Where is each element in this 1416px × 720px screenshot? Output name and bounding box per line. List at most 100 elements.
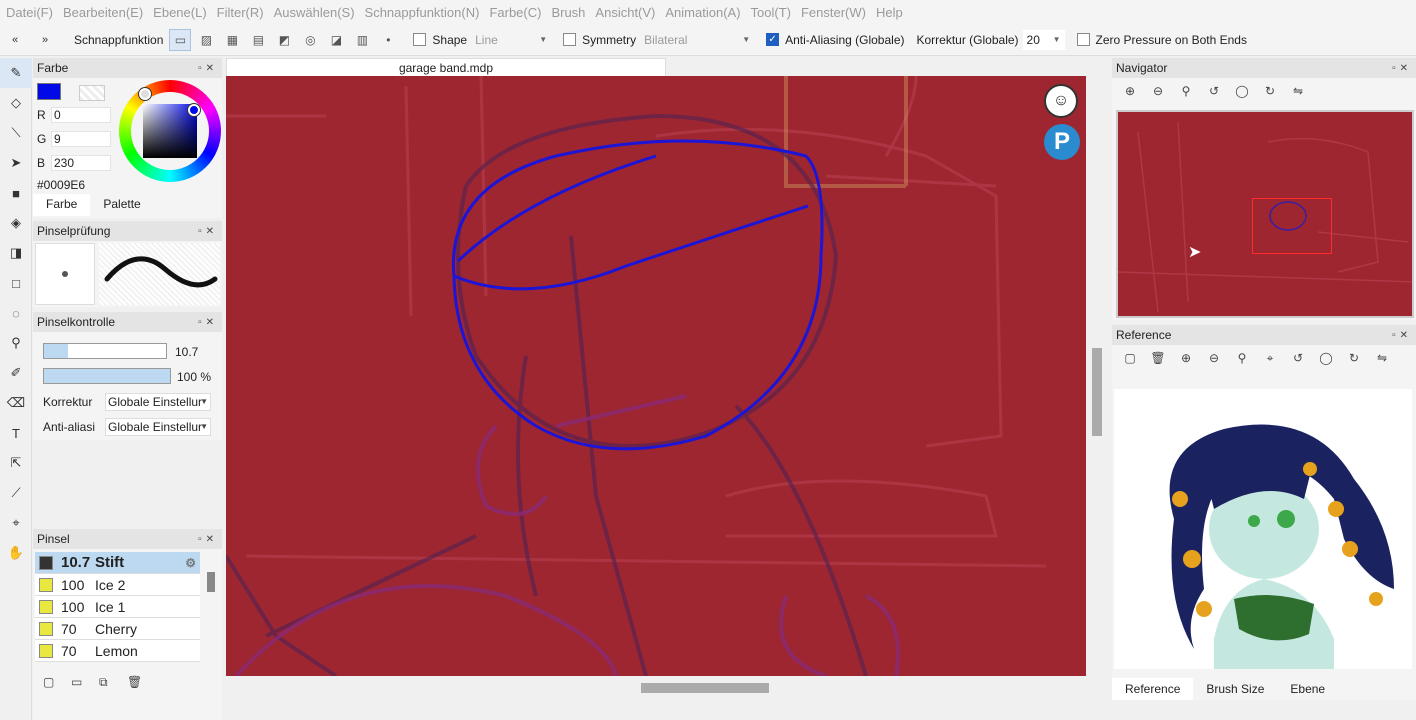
canvas-horizontal-scrollbar[interactable]	[226, 678, 1086, 698]
menu-help[interactable]: Help	[876, 5, 903, 20]
rotate-right-icon[interactable]: ↻	[1340, 351, 1368, 366]
brush-item-lemon[interactable]: 70 Lemon	[35, 640, 200, 662]
korrektur-control-select[interactable]: Globale Einstellur ▼	[105, 393, 211, 411]
menu-ebene[interactable]: Ebene(L)	[153, 5, 206, 20]
blue-field[interactable]: 230	[51, 155, 111, 171]
green-field[interactable]: 9	[51, 131, 111, 147]
zoom-tool-icon[interactable]: ⚲	[0, 328, 32, 358]
navigator-view-rect[interactable]	[1252, 198, 1332, 254]
menu-farbe[interactable]: Farbe(C)	[489, 5, 541, 20]
snap-vanish-icon[interactable]: ◩	[273, 29, 295, 51]
move-tool-icon[interactable]: ➤	[0, 148, 32, 178]
brush-item-ice-1[interactable]: 100 Ice 1	[35, 596, 200, 618]
zoom-in-icon[interactable]: ⊕	[1116, 84, 1144, 98]
menu-datei[interactable]: Datei(F)	[6, 5, 53, 20]
panel-controls-icon[interactable]: ▫✕	[198, 63, 218, 74]
menu-auswaehlen[interactable]: Auswählen(S)	[274, 5, 355, 20]
bucket-tool-icon[interactable]: ◈	[0, 208, 32, 238]
snap-perspective-icon[interactable]: ▤	[247, 29, 269, 51]
canvas-horizontal-scroll-thumb[interactable]	[641, 683, 769, 693]
menu-bearbeiten[interactable]: Bearbeiten(E)	[63, 5, 143, 20]
sv-handle[interactable]	[188, 104, 200, 116]
hue-handle[interactable]	[139, 88, 151, 100]
menu-brush[interactable]: Brush	[551, 5, 585, 20]
zoom-out-icon[interactable]: ⊖	[1144, 84, 1172, 98]
eyedropper-tool-icon[interactable]: ⌖	[0, 508, 32, 538]
line-tool-icon[interactable]: ⟍	[0, 118, 32, 148]
brush-item-ice-2[interactable]: 100 Ice 2	[35, 574, 200, 596]
rotate-left-icon[interactable]: ↺	[1200, 84, 1228, 98]
select-rect-tool-icon[interactable]: □	[0, 268, 32, 298]
antialias-checkbox[interactable]: ✓	[766, 33, 780, 46]
gear-icon[interactable]: ⚙	[185, 556, 196, 570]
antialias-control-select[interactable]: Globale Einstellur ▼	[105, 418, 211, 436]
snap-off-icon[interactable]: ▭	[169, 28, 192, 51]
eyedropper-icon[interactable]: ⌖	[1256, 351, 1284, 366]
menu-animation[interactable]: Animation(A)	[665, 5, 740, 20]
document-tab[interactable]: garage band.mdp	[226, 58, 666, 76]
tab-reference[interactable]: Reference	[1112, 678, 1194, 700]
panel-controls-icon[interactable]: ▫✕	[198, 317, 218, 328]
new-brush-icon[interactable]: ▢	[43, 675, 71, 690]
snap-settings-icon[interactable]: ▥	[351, 29, 373, 51]
canvas-vertical-scrollbar[interactable]	[1090, 76, 1104, 676]
prev-toolbar-icon[interactable]: «	[0, 34, 30, 46]
menu-schnappfunktion[interactable]: Schnappfunktion(N)	[365, 5, 480, 20]
shape-select[interactable]: Line ▼	[471, 30, 551, 50]
secondary-color-swatch[interactable]	[79, 85, 105, 101]
zero-pressure-checkbox[interactable]	[1076, 33, 1090, 46]
zoom-fit-icon[interactable]: ⚲	[1228, 351, 1256, 366]
symmetry-checkbox[interactable]	[563, 33, 577, 46]
canvas-vertical-scroll-thumb[interactable]	[1092, 348, 1102, 436]
brush-item-cherry[interactable]: 70 Cherry	[35, 618, 200, 640]
snap-parallel-icon[interactable]: ▨	[195, 29, 217, 51]
brush-size-slider[interactable]	[43, 343, 167, 359]
menu-filter[interactable]: Filter(R)	[217, 5, 264, 20]
gradient-tool-icon[interactable]: ◨	[0, 238, 32, 268]
menu-fenster[interactable]: Fenster(W)	[801, 5, 866, 20]
tab-farbe[interactable]: Farbe	[33, 194, 91, 216]
pen-tool-icon[interactable]: ✎	[0, 58, 32, 88]
menu-ansicht[interactable]: Ansicht(V)	[595, 5, 655, 20]
rotate-right-icon[interactable]: ↻	[1256, 84, 1284, 98]
eraser-tool-icon[interactable]: ◇	[0, 88, 32, 118]
snap-circle-icon[interactable]: ◎	[299, 29, 321, 51]
fill-rect-tool-icon[interactable]: ■	[0, 178, 32, 208]
panel-controls-icon[interactable]: ▫✕	[1392, 63, 1412, 74]
panel-controls-icon[interactable]: ▫✕	[198, 534, 218, 545]
folder-icon[interactable]: ▭	[71, 675, 99, 690]
rotate-reset-icon[interactable]: ◯	[1228, 84, 1256, 98]
hand-tool-icon[interactable]: ✋	[0, 538, 32, 568]
panel-controls-icon[interactable]: ▫✕	[198, 226, 218, 237]
panel-controls-icon[interactable]: ▫✕	[1392, 330, 1412, 341]
snap-grid-icon[interactable]: ▦	[221, 29, 243, 51]
red-field[interactable]: 0	[51, 107, 111, 123]
operation-tool-icon[interactable]: ⇱	[0, 448, 32, 478]
duplicate-icon[interactable]: ⧉	[99, 675, 127, 690]
navigator-preview[interactable]: ➤	[1116, 110, 1414, 318]
trash-icon[interactable]: 🗑	[127, 675, 155, 690]
brush-item-stift[interactable]: 10.7 Stift ⚙	[35, 552, 200, 574]
flip-icon[interactable]: ⇋	[1284, 84, 1312, 98]
tab-ebene[interactable]: Ebene	[1277, 678, 1338, 700]
menu-tool[interactable]: Tool(T)	[751, 5, 791, 20]
select-eraser-tool-icon[interactable]: ⌫	[0, 388, 32, 418]
flip-icon[interactable]: ⇋	[1368, 351, 1396, 366]
rotate-reset-icon[interactable]: ◯	[1312, 351, 1340, 366]
zoom-fit-icon[interactable]: ⚲	[1172, 84, 1200, 98]
reference-character-image[interactable]	[1114, 389, 1412, 669]
p-logo-icon[interactable]: P	[1044, 124, 1080, 160]
drawing-canvas[interactable]	[226, 76, 1086, 676]
tab-brush-size[interactable]: Brush Size	[1193, 678, 1277, 700]
zoom-out-icon[interactable]: ⊖	[1200, 351, 1228, 366]
trash-icon[interactable]: 🗑	[1144, 351, 1172, 366]
divide-tool-icon[interactable]: ⟋	[0, 478, 32, 508]
next-toolbar-icon[interactable]: »	[30, 34, 60, 46]
brush-opacity-slider[interactable]	[43, 368, 171, 384]
select-pen-tool-icon[interactable]: ✐	[0, 358, 32, 388]
snap-curve-icon[interactable]: ◪	[325, 29, 347, 51]
lasso-tool-icon[interactable]: ◌	[0, 298, 32, 328]
mascot-avatar-icon[interactable]: ☺	[1044, 84, 1078, 118]
brush-list-scroll-thumb[interactable]	[207, 572, 215, 592]
tab-palette[interactable]: Palette	[90, 194, 153, 216]
